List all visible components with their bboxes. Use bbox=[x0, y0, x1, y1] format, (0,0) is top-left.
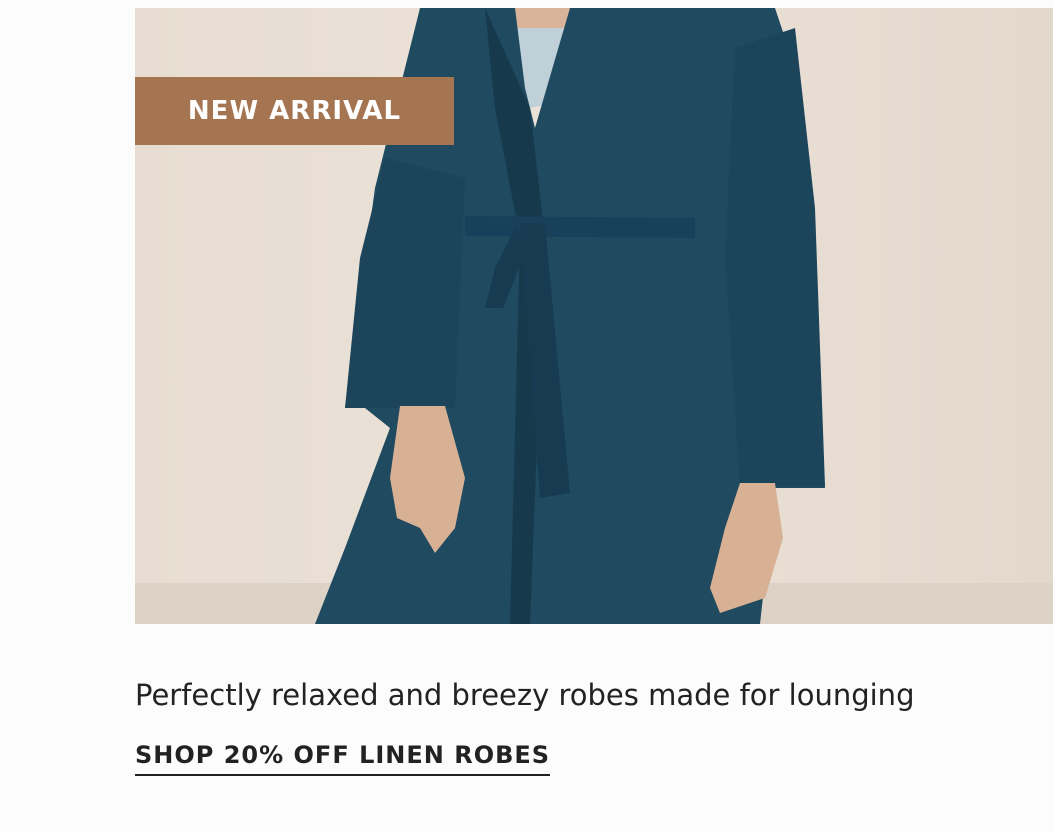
shop-linen-robes-link[interactable]: SHOP 20% OFF LINEN ROBES bbox=[135, 741, 551, 776]
new-arrival-badge: NEW ARRIVAL bbox=[135, 77, 454, 145]
promo-tagline: Perfectly relaxed and breezy robes made … bbox=[135, 678, 915, 712]
promo-card: NEW ARRIVAL Perfectly relaxed and breezy… bbox=[0, 0, 1053, 832]
